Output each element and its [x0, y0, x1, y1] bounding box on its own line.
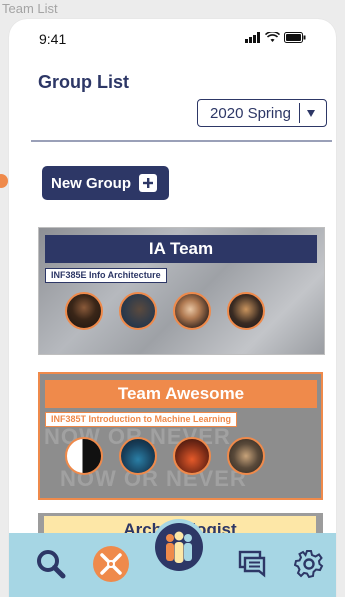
- new-group-label: New Group: [51, 174, 132, 192]
- avatar[interactable]: [119, 292, 157, 330]
- avatar[interactable]: [173, 437, 211, 475]
- no-meetings-tab[interactable]: [93, 546, 129, 582]
- settings-tab[interactable]: [291, 546, 327, 582]
- messages-icon: [238, 550, 266, 578]
- avatar[interactable]: [65, 292, 103, 330]
- avatar[interactable]: [227, 292, 265, 330]
- group-card-team-awesome[interactable]: NOW OR NEVER NOW OR NEVER NOW OR NEVER T…: [38, 372, 323, 500]
- member-avatars: [65, 292, 265, 330]
- wifi-icon: [265, 32, 280, 42]
- avatar[interactable]: [173, 292, 211, 330]
- term-select-value: 2020 Spring: [210, 104, 291, 122]
- group-course: INF385E Info Architecture: [45, 268, 167, 283]
- group-name: IA Team: [45, 235, 317, 263]
- member-avatars: [65, 437, 265, 475]
- group-card-ia-team[interactable]: IA Team INF385E Info Architecture: [38, 227, 325, 355]
- settings-icon: [294, 550, 324, 579]
- status-bar: 9:41: [9, 19, 336, 59]
- bottom-tab-bar: [9, 519, 336, 597]
- dropdown-arrow-icon[interactable]: [299, 103, 322, 123]
- messages-tab[interactable]: [235, 546, 271, 582]
- signal-icon: [245, 32, 260, 43]
- status-icons: [245, 32, 306, 43]
- page-title: Group List: [38, 72, 129, 92]
- new-group-button[interactable]: New Group: [42, 166, 169, 200]
- phone-screen: 9:41 Group List 2020 Spring New Group IA…: [9, 19, 336, 597]
- header-divider: [31, 140, 332, 142]
- side-indicator-dot: [0, 174, 8, 188]
- group-course: INF385T Introduction to Machine Learning: [45, 412, 238, 427]
- no-meetings-icon: [100, 553, 122, 575]
- avatar[interactable]: [227, 437, 265, 475]
- search-icon: [37, 550, 66, 579]
- battery-icon: [284, 32, 306, 43]
- people-tab[interactable]: [151, 519, 207, 575]
- search-tab[interactable]: [33, 546, 69, 582]
- avatar[interactable]: [119, 437, 157, 475]
- group-name: Team Awesome: [45, 380, 317, 408]
- status-time: 9:41: [39, 31, 67, 47]
- people-icon: [166, 531, 192, 563]
- frame-label: Team List: [2, 1, 58, 16]
- avatar[interactable]: [65, 437, 103, 475]
- term-select[interactable]: 2020 Spring: [197, 99, 327, 127]
- plus-icon: [139, 174, 158, 192]
- people-tab-button[interactable]: [155, 523, 203, 571]
